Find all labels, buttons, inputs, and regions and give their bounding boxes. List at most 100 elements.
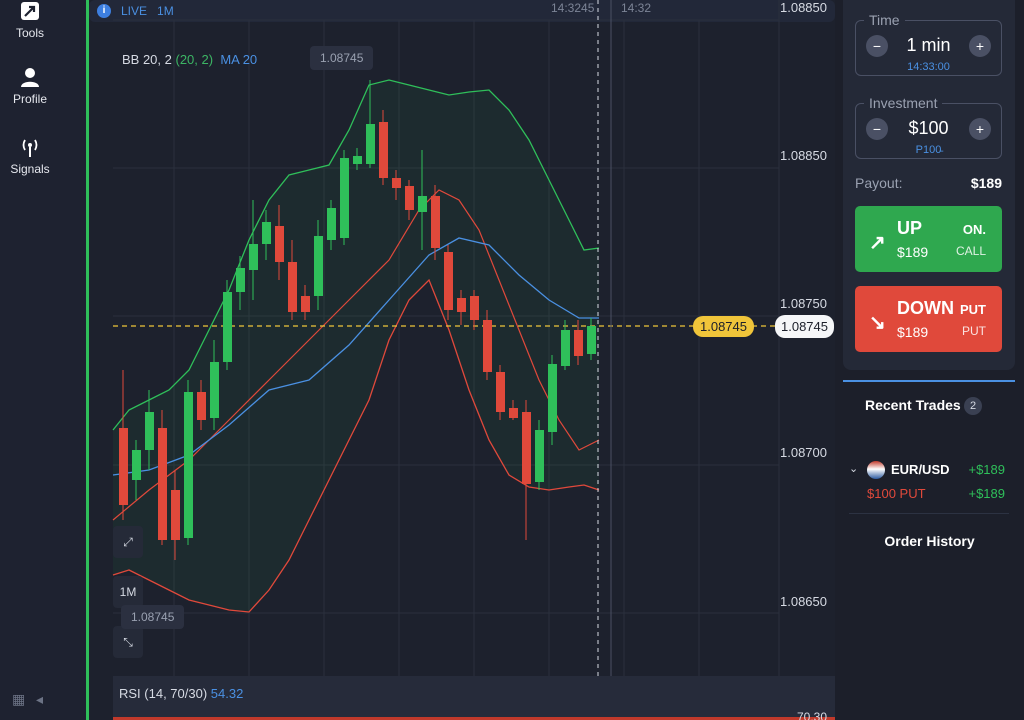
signal-icon — [22, 139, 38, 157]
candle-up — [249, 244, 258, 270]
bb-params: (20, 2) — [175, 52, 214, 67]
candle-up — [262, 222, 271, 244]
grid-icon[interactable]: ▦ — [12, 691, 25, 708]
bb-label: BB 20, 2 — [122, 52, 172, 67]
indicator-legend: BB 20, 2 (20, 2) MA 20 — [122, 52, 257, 67]
candle-down — [457, 298, 466, 312]
candle-up — [223, 292, 232, 362]
investment-legend: Investment — [864, 95, 943, 111]
trade-pnl: +$189 — [968, 462, 1005, 477]
sidebar-item-label: Profile — [12, 92, 47, 106]
down-tag: PUT — [960, 302, 986, 317]
candle-up — [418, 196, 427, 212]
time-field[interactable]: Time − 1 min + 14:33:00 — [855, 12, 1002, 76]
rsi-panel: RSI (14, 70/30) 54.32 70.30 — [113, 676, 835, 720]
candle-down — [301, 296, 310, 312]
arrow-down-right-icon: ↘ — [869, 312, 886, 334]
rsi-value: 54.32 — [210, 686, 244, 701]
left-sidebar: Tools Profile Signals ▦ ◂ — [0, 0, 88, 720]
expiry-time: 14:33:00 — [907, 61, 950, 73]
payout-value: $189 — [970, 175, 1002, 191]
candle-down — [574, 330, 583, 356]
time-label: 14:32 — [621, 1, 652, 15]
up-call-button[interactable]: ↗ UP $189 ON. CALL — [855, 206, 1002, 272]
candle-up — [353, 156, 362, 164]
candle-down — [431, 196, 440, 248]
candle-down — [470, 296, 479, 320]
sidebar-item-profile[interactable]: Profile — [0, 66, 60, 106]
investment-plus-button[interactable]: + — [969, 118, 991, 140]
candle-down — [171, 490, 180, 540]
up-tag: ON. — [962, 222, 986, 237]
down-put-button[interactable]: ↘ DOWN $189 PUT PUT — [855, 286, 1002, 352]
candle-down — [405, 186, 414, 210]
rsi-name: RSI (14, 70/30) — [119, 686, 208, 701]
recent-trades-count: 2 — [964, 397, 982, 415]
sidebar-item-tools[interactable]: Tools — [0, 0, 60, 40]
candle-down — [119, 428, 128, 505]
chart-area[interactable]: i LIVE 1M BB 20, 2 (20, 2) MA 20 1.08745… — [89, 0, 835, 720]
sidebar-item-label: Tools — [15, 26, 44, 40]
up-amount: $189 — [897, 244, 929, 260]
hover-price-label: 1.08745 — [310, 46, 374, 70]
chevron-down-icon[interactable]: ⌄ — [849, 462, 858, 475]
recent-trades-title[interactable]: Recent Trades — [865, 397, 961, 413]
candle-up — [366, 124, 375, 164]
candlestick-chart[interactable] — [89, 0, 835, 720]
current-price-tag: 1.08745 — [693, 316, 754, 337]
trend-arrow-icon — [21, 2, 39, 20]
candle-down — [379, 122, 388, 178]
candle-up — [184, 392, 193, 538]
back-icon[interactable]: ◂ — [36, 691, 43, 708]
trade-row[interactable]: ⌄ EUR/USD +$189 $100 PUT +$189 — [849, 458, 1009, 514]
price-tick: 1.08850 — [780, 0, 827, 15]
candle-up — [145, 412, 154, 450]
candle-up — [561, 330, 570, 366]
time-plus-button[interactable]: + — [969, 35, 991, 57]
candle-up — [132, 450, 141, 480]
candle-down — [197, 392, 206, 420]
order-history-link[interactable]: Order History — [835, 533, 1024, 549]
candle-up — [210, 362, 219, 418]
rsi-label: RSI (14, 70/30) 54.32 — [119, 686, 243, 701]
section-divider — [843, 380, 1015, 382]
candle-down — [392, 178, 401, 188]
candle-down — [509, 408, 518, 418]
down-label: DOWN — [897, 298, 954, 318]
price-tick: 1.08750 — [780, 296, 827, 311]
investment-field[interactable]: Investment − $100 + P100̵ — [855, 95, 1002, 159]
drawing-tool-button[interactable]: ⤢ — [113, 526, 143, 558]
up-call-label: CALL — [955, 244, 986, 258]
trade-pnl-secondary: +$189 — [968, 486, 1005, 501]
candle-up — [314, 236, 323, 296]
trade-pair: EUR/USD — [891, 462, 950, 477]
indicator-tool-button[interactable]: ⤡ — [113, 626, 143, 658]
app-root: Tools Profile Signals ▦ ◂ i LIVE 1M BB 2… — [0, 0, 1024, 720]
candle-down — [522, 412, 531, 484]
candle-up — [327, 208, 336, 240]
candle-down — [158, 428, 167, 540]
down-amount: $189 — [897, 324, 929, 340]
down-put-label: PUT — [962, 324, 986, 338]
candle-down — [288, 262, 297, 312]
rsi-tick: 70.30 — [796, 710, 827, 720]
candle-up — [548, 364, 557, 432]
payout-row: Payout: $189 — [855, 175, 1002, 191]
trade-box: Time − 1 min + 14:33:00 Investment − $10… — [843, 0, 1015, 370]
candle-down — [483, 320, 492, 372]
candle-down — [496, 372, 505, 412]
candle-up — [236, 268, 245, 292]
timeframe-button[interactable]: 1M — [113, 576, 143, 608]
time-label: 14:3245 — [551, 1, 595, 15]
sidebar-item-label: Signals — [10, 162, 50, 176]
trade-panel: Time − 1 min + 14:33:00 Investment − $10… — [835, 0, 1024, 720]
price-tick: 1.08850 — [780, 148, 827, 163]
candle-up — [587, 326, 596, 354]
price-tick: 1.08650 — [780, 594, 827, 609]
payout-label: Payout: — [855, 175, 903, 191]
sidebar-item-signals[interactable]: Signals — [0, 136, 60, 176]
price-tick: 1.08700 — [780, 445, 827, 460]
crosshair-price-label: 1.08745 — [121, 605, 185, 629]
trade-detail: $100 PUT — [867, 486, 926, 501]
arrow-up-right-icon: ↗ — [869, 232, 886, 254]
